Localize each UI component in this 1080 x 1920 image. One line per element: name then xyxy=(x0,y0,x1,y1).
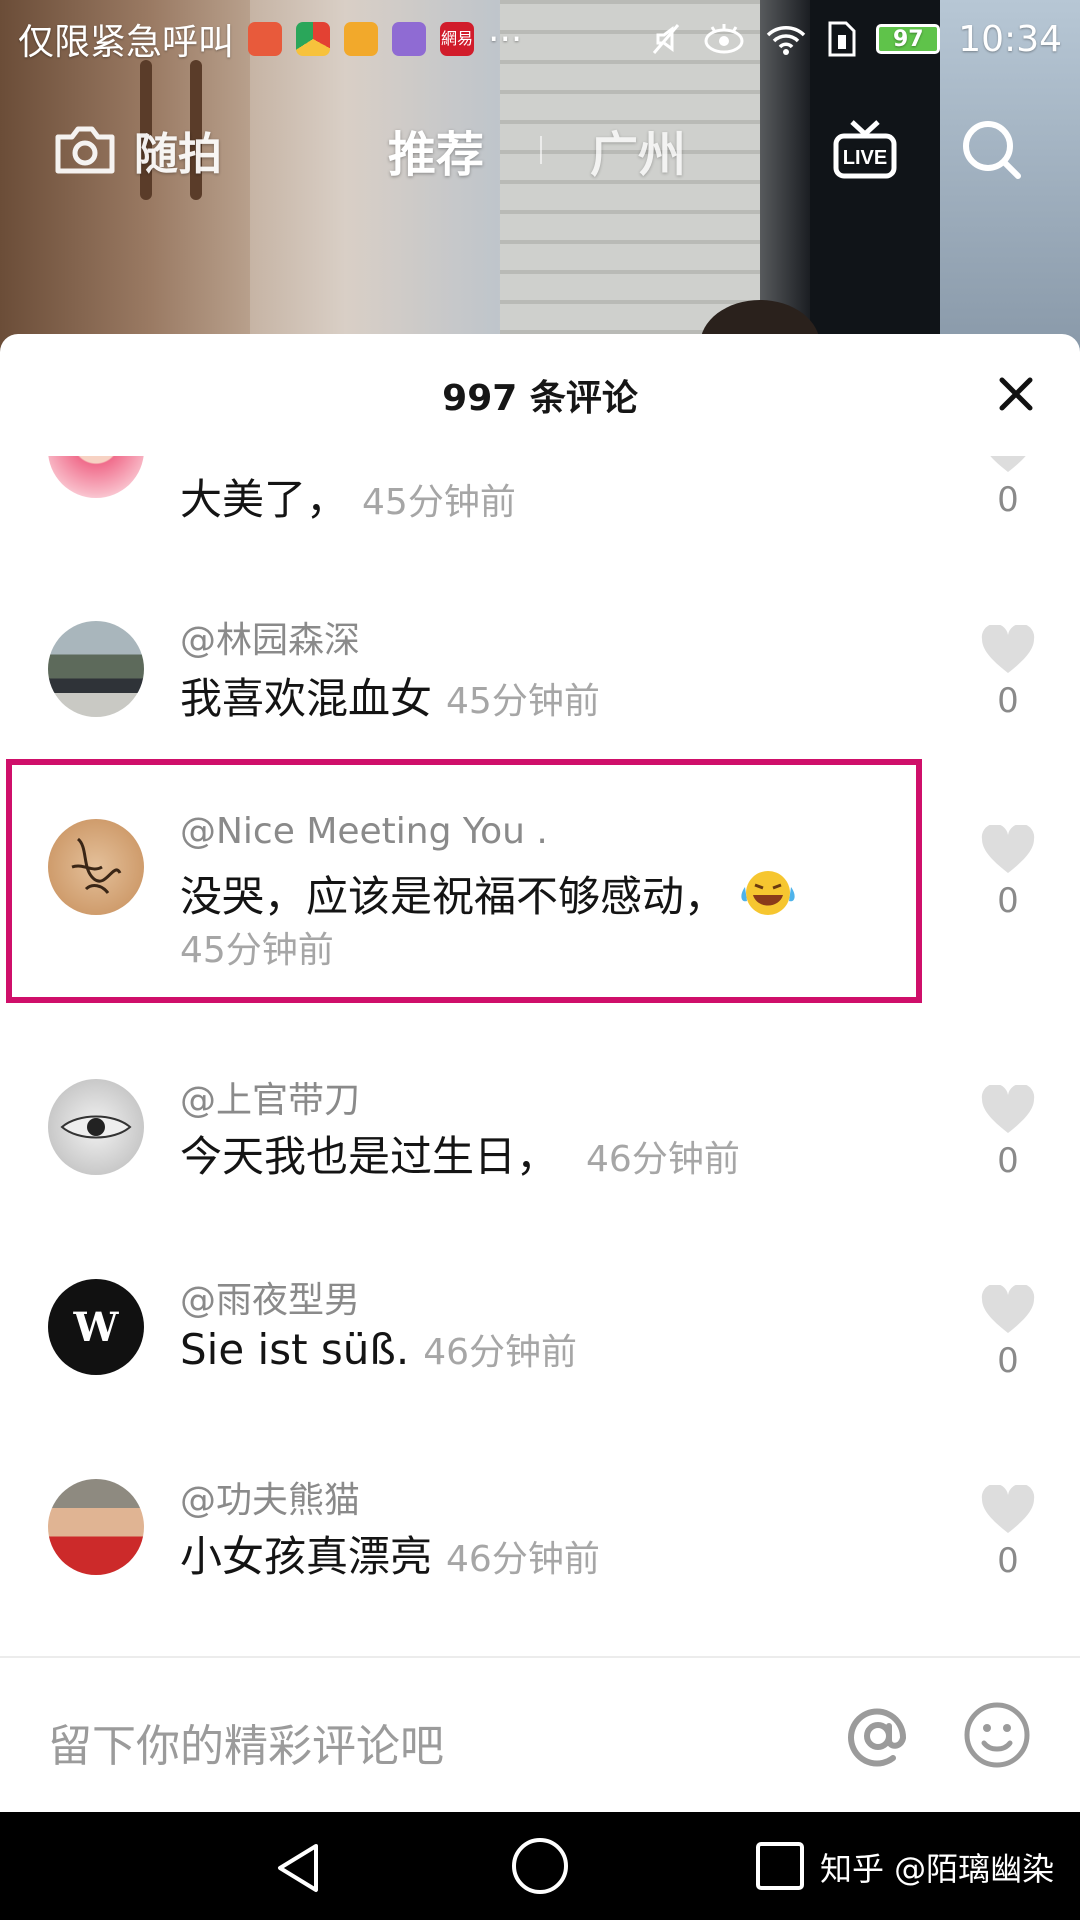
recents-square-icon xyxy=(756,1842,804,1890)
comment-text: 我喜欢混血女 xyxy=(180,674,433,723)
mention-button[interactable] xyxy=(842,1700,914,1772)
comment-item: 大美了， 45分钟前 0 xyxy=(0,456,1080,626)
search-button[interactable] xyxy=(960,118,1024,186)
like-count: 0 xyxy=(997,881,1019,921)
capture-tab[interactable]: 随拍 xyxy=(52,118,222,182)
like-count: 0 xyxy=(997,1341,1019,1381)
status-bar: 仅限紧急呼叫 網易 ··· 97 10:34 xyxy=(0,0,1080,78)
close-button[interactable] xyxy=(996,374,1036,414)
city-tab[interactable]: 广州 xyxy=(590,115,686,185)
comment-input-bar[interactable]: 留下你的精彩评论吧 xyxy=(0,1656,1080,1812)
comment-time: 45分钟前 xyxy=(362,482,516,523)
health-app-icon xyxy=(248,22,283,56)
clock: 10:34 xyxy=(958,18,1062,60)
comment-text: 没哭，应该是祝福不够感动， xyxy=(180,872,727,921)
live-button[interactable]: LIVE xyxy=(832,118,898,186)
search-icon xyxy=(963,121,1021,179)
emoji-button[interactable] xyxy=(962,1700,1032,1770)
notes-app-icon xyxy=(344,22,379,56)
comment-item: @Nice Meeting You . 没哭，应该是祝福不够感动， 45分钟前 … xyxy=(0,811,1080,1011)
chrome-app-icon xyxy=(296,22,331,56)
comment-username[interactable]: @雨夜型男 xyxy=(180,1271,360,1323)
capture-label: 随拍 xyxy=(134,129,222,180)
top-nav: 随拍 推荐 广州 LIVE xyxy=(0,100,1080,200)
live-icon: LIVE xyxy=(833,120,897,179)
laughing-crying-emoji-icon xyxy=(741,871,795,915)
like-heart-icon[interactable] xyxy=(980,1085,1036,1135)
comment-text-row: 大美了， 45分钟前 xyxy=(180,466,516,527)
like-count: 0 xyxy=(997,1541,1019,1581)
recents-button[interactable] xyxy=(754,1840,806,1896)
like-heart-icon[interactable] xyxy=(980,625,1036,675)
comment-time: 45分钟前 xyxy=(180,930,334,971)
back-button[interactable] xyxy=(270,1840,326,1900)
like-count: 0 xyxy=(997,1141,1019,1181)
comment-text: 今天我也是过生日， xyxy=(180,1132,559,1181)
nav-divider xyxy=(540,136,542,164)
comment-sheet: 997 条评论 大美了， 45分钟前 0 @林园森深 我喜欢混血女 45分钟前 0 xyxy=(0,334,1080,1812)
calligraphy-mark xyxy=(71,837,122,894)
comment-time: 45分钟前 xyxy=(446,681,600,722)
comment-username[interactable]: @上官带刀 xyxy=(180,1071,360,1123)
comment-text: 大美了， xyxy=(180,475,349,524)
avatar[interactable] xyxy=(48,621,144,717)
carrier-text: 仅限紧急呼叫 xyxy=(18,22,235,63)
netease-app-icon: 網易 xyxy=(440,22,475,56)
comment-item: W @雨夜型男 Sie ist süß. 46分钟前 0 xyxy=(0,1271,1080,1471)
avatar[interactable]: W xyxy=(48,1279,144,1375)
comment-time: 46分钟前 xyxy=(446,1539,600,1580)
sim-card-icon xyxy=(828,21,856,57)
comment-text-row: 我喜欢混血女 45分钟前 xyxy=(180,665,600,726)
back-triangle-icon xyxy=(278,1844,318,1892)
camera-icon xyxy=(55,126,115,174)
avatar[interactable] xyxy=(48,1479,144,1575)
home-button[interactable] xyxy=(510,1836,570,1900)
like-heart-icon[interactable] xyxy=(980,1285,1036,1335)
comment-text-row: 今天我也是过生日， 46分钟前 xyxy=(180,1123,740,1184)
comment-item: @上官带刀 今天我也是过生日， 46分钟前 0 xyxy=(0,1071,1080,1271)
comment-text-row: 小女孩真漂亮 46分钟前 xyxy=(180,1523,600,1584)
mute-icon xyxy=(653,24,680,54)
comment-input[interactable]: 留下你的精彩评论吧 xyxy=(48,1710,444,1774)
wifi-icon xyxy=(767,26,806,55)
comment-text: Sie ist süß. xyxy=(180,1325,410,1374)
comment-username[interactable]: @Nice Meeting You . xyxy=(180,811,548,852)
like-count: 0 xyxy=(997,681,1019,721)
close-icon xyxy=(999,377,1033,411)
comment-item: @功夫熊猫 小女孩真漂亮 46分钟前 0 xyxy=(0,1471,1080,1656)
live-icon-label: LIVE xyxy=(843,147,887,169)
like-heart-icon[interactable] xyxy=(980,456,1036,474)
recommend-tab[interactable]: 推荐 xyxy=(388,115,484,185)
eye-drawing-mark xyxy=(60,1115,132,1139)
eye-comfort-icon xyxy=(704,24,744,54)
sheet-header: 997 条评论 xyxy=(0,334,1080,456)
avatar[interactable] xyxy=(48,456,144,498)
avatar[interactable] xyxy=(48,1079,144,1175)
like-count: 0 xyxy=(997,480,1019,520)
avatar-letter: W xyxy=(73,1303,119,1351)
comment-text: 小女孩真漂亮 xyxy=(180,1532,433,1581)
system-nav-bar: 知乎 @陌璃幽染 xyxy=(0,1812,1080,1920)
status-left: 仅限紧急呼叫 網易 ··· xyxy=(18,13,522,65)
comment-username[interactable]: @林园森深 xyxy=(180,611,360,663)
comment-text-row: Sie ist süß. 46分钟前 xyxy=(180,1323,577,1375)
more-notifications-icon: ··· xyxy=(488,18,523,60)
comment-username[interactable]: @功夫熊猫 xyxy=(180,1471,360,1523)
watermark-text: 知乎 @陌璃幽染 xyxy=(820,1850,1055,1888)
smiley-icon xyxy=(964,1702,1030,1768)
battery-indicator: 97 xyxy=(876,24,941,54)
avatar[interactable] xyxy=(48,819,144,915)
comment-time: 46分钟前 xyxy=(423,1332,578,1373)
at-icon xyxy=(848,1708,907,1767)
comment-count-title: 997 条评论 xyxy=(442,378,638,419)
comment-time: 46分钟前 xyxy=(586,1139,740,1180)
comment-text-row: 没哭，应该是祝福不够感动， xyxy=(180,863,797,924)
comment-list[interactable]: 大美了， 45分钟前 0 @林园森深 我喜欢混血女 45分钟前 0 @Nice Me… xyxy=(0,456,1080,1656)
like-heart-icon[interactable] xyxy=(980,825,1036,875)
like-heart-icon[interactable] xyxy=(980,1485,1036,1535)
gallery-app-icon xyxy=(392,22,427,56)
home-circle-icon xyxy=(512,1838,568,1894)
status-right: 97 10:34 xyxy=(648,19,1062,60)
